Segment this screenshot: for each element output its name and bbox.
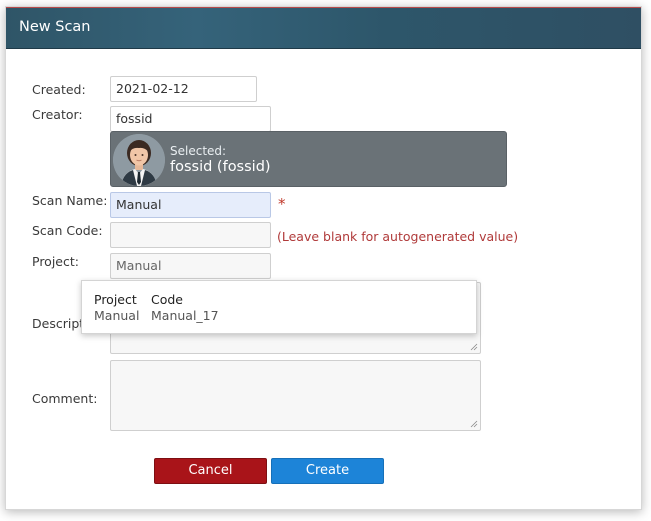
dropdown-header-project: Project bbox=[94, 292, 137, 307]
project-input[interactable]: Manual bbox=[110, 253, 271, 279]
description-label: Descript bbox=[32, 316, 85, 331]
created-field: 2021-02-12 bbox=[110, 76, 257, 102]
comment-textarea[interactable] bbox=[110, 360, 481, 431]
dialog-titlebar: New Scan bbox=[6, 7, 641, 49]
scan-name-label: Scan Name: bbox=[32, 193, 108, 208]
creator-input[interactable]: fossid bbox=[110, 106, 271, 132]
creator-label: Creator: bbox=[32, 107, 83, 122]
project-label: Project: bbox=[32, 254, 79, 269]
selected-user-name: fossid (fossid) bbox=[170, 159, 271, 175]
scan-name-input[interactable]: Manual bbox=[110, 192, 271, 218]
user-avatar-icon bbox=[113, 134, 165, 186]
dropdown-option-code[interactable]: Manual_17 bbox=[151, 308, 219, 323]
create-button[interactable]: Create bbox=[271, 458, 384, 484]
scan-code-hint: (Leave blank for autogenerated value) bbox=[277, 229, 519, 244]
new-scan-dialog: New Scan Created: 2021-02-12 Creator: fo… bbox=[5, 6, 642, 510]
selected-caption: Selected: bbox=[170, 144, 227, 158]
dropdown-option-project[interactable]: Manual bbox=[94, 308, 139, 323]
dialog-title: New Scan bbox=[19, 19, 91, 35]
resize-grip-icon[interactable] bbox=[470, 420, 478, 428]
dropdown-header-code: Code bbox=[151, 292, 184, 307]
required-mark: * bbox=[278, 195, 286, 213]
comment-label: Comment: bbox=[32, 391, 98, 406]
cancel-button[interactable]: Cancel bbox=[154, 458, 267, 484]
project-dropdown[interactable]: Project Code Manual Manual_17 bbox=[81, 280, 477, 334]
created-label: Created: bbox=[32, 82, 86, 97]
selected-creator-panel[interactable]: Selected: fossid (fossid) bbox=[110, 131, 507, 187]
scan-code-input[interactable] bbox=[110, 222, 271, 248]
scan-code-label: Scan Code: bbox=[32, 223, 103, 238]
resize-grip-icon[interactable] bbox=[470, 343, 478, 351]
